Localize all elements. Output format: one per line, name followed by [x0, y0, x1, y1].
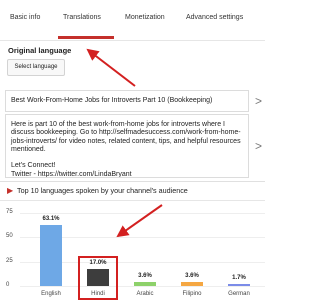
arrow-to-translations-tab [86, 48, 136, 87]
annotation-arrows [86, 48, 163, 238]
arrow-to-hindi-bar [116, 204, 163, 238]
